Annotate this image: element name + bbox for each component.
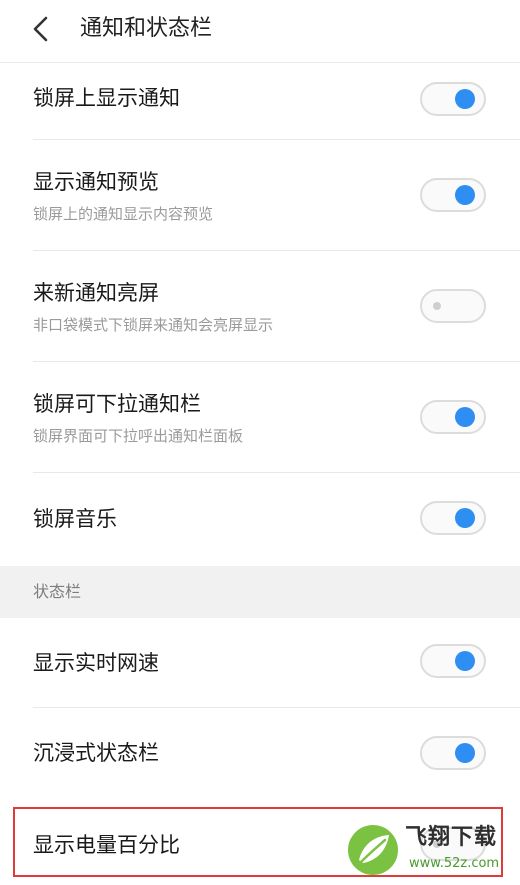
setting-title: 锁屏音乐 — [33, 507, 117, 531]
section-header-status-bar: 状态栏 — [0, 566, 520, 618]
setting-title: 显示实时网速 — [33, 651, 159, 675]
toggle-knob — [455, 651, 475, 671]
setting-row-lockscreen-notification[interactable]: 锁屏上显示通知 — [0, 63, 520, 140]
toggle-switch[interactable] — [420, 178, 486, 212]
back-button[interactable] — [26, 14, 56, 44]
watermark-url: www.52z.com — [409, 856, 500, 871]
divider — [33, 361, 520, 362]
leaf-logo-icon — [348, 825, 398, 875]
setting-row-realtime-speed[interactable]: 显示实时网速 — [0, 618, 520, 708]
divider — [33, 250, 520, 251]
setting-subtitle: 非口袋模式下锁屏来通知会亮屏显示 — [33, 316, 274, 334]
toggle-switch[interactable] — [420, 644, 486, 678]
setting-title: 显示通知预览 — [33, 170, 159, 194]
setting-title: 沉浸式状态栏 — [33, 741, 159, 765]
setting-title: 锁屏上显示通知 — [33, 86, 180, 110]
setting-row-wake-on-notification[interactable]: 来新通知亮屏 非口袋模式下锁屏来通知会亮屏显示 — [0, 252, 520, 362]
toggle-knob — [455, 407, 475, 427]
setting-subtitle: 锁屏界面可下拉呼出通知栏面板 — [33, 427, 244, 445]
divider — [33, 139, 520, 140]
setting-row-immersive-status-bar[interactable]: 沉浸式状态栏 — [0, 709, 520, 799]
setting-row-lockscreen-music[interactable]: 锁屏音乐 — [0, 474, 520, 566]
toggle-knob — [433, 302, 441, 310]
divider — [33, 472, 520, 473]
setting-row-notification-preview[interactable]: 显示通知预览 锁屏上的通知显示内容预览 — [0, 141, 520, 251]
watermark-brand: 飞翔下载 — [405, 825, 498, 850]
chevron-left-icon — [33, 16, 48, 42]
toggle-switch[interactable] — [420, 400, 486, 434]
watermark: 飞翔下载 www.52z.com — [345, 818, 517, 882]
toggle-switch[interactable] — [420, 736, 486, 770]
setting-subtitle: 锁屏上的通知显示内容预览 — [33, 205, 214, 223]
setting-row-lockscreen-pulldown[interactable]: 锁屏可下拉通知栏 锁屏界面可下拉呼出通知栏面板 — [0, 363, 520, 473]
setting-title: 锁屏可下拉通知栏 — [33, 392, 201, 416]
title-bar: 通知和状态栏 — [0, 0, 520, 63]
toggle-knob — [455, 89, 475, 109]
section-label: 状态栏 — [33, 582, 82, 601]
toggle-knob — [455, 743, 475, 763]
toggle-switch[interactable] — [420, 289, 486, 323]
setting-title: 来新通知亮屏 — [33, 281, 159, 305]
toggle-knob — [455, 508, 475, 528]
toggle-switch[interactable] — [420, 501, 486, 535]
toggle-knob — [455, 185, 475, 205]
divider — [33, 707, 520, 708]
page-title: 通知和状态栏 — [80, 16, 213, 41]
toggle-switch[interactable] — [420, 82, 486, 116]
